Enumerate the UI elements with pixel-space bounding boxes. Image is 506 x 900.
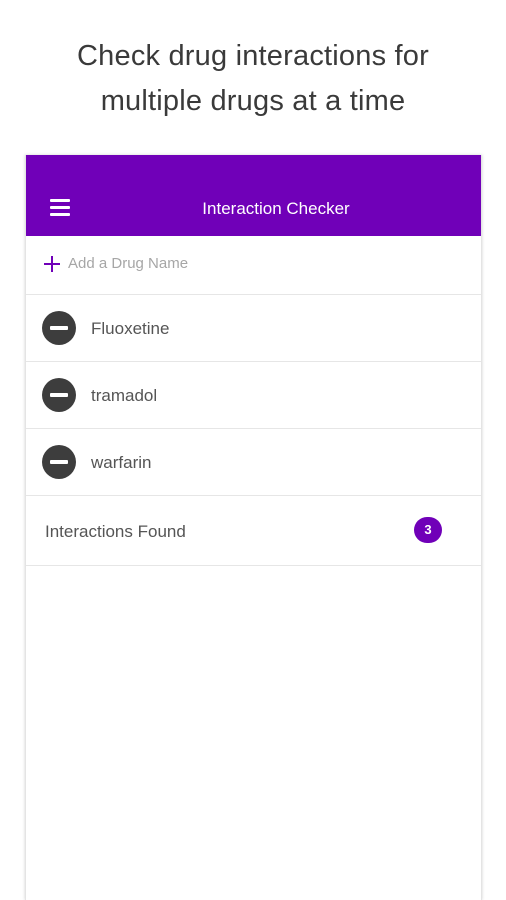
add-drug-input[interactable]: Add a Drug Name: [26, 236, 481, 295]
interaction-count-badge: 3: [414, 517, 442, 543]
drug-list-item: warfarin: [26, 429, 481, 496]
interactions-found-label: Interactions Found: [45, 522, 186, 541]
drug-list-item: Fluoxetine: [26, 295, 481, 362]
plus-icon: [44, 256, 60, 272]
drug-name: Fluoxetine: [91, 319, 170, 338]
promo-headline-line-1: Check drug interactions for: [77, 40, 429, 72]
hamburger-menu-icon[interactable]: [50, 199, 70, 216]
remove-circle-icon[interactable]: [42, 445, 76, 479]
drug-name: tramadol: [91, 386, 158, 405]
drug-list-item: tramadol: [26, 362, 481, 429]
screenshot-page: Check drug interactions for multiple dru…: [0, 0, 506, 900]
remove-circle-icon[interactable]: [42, 311, 76, 345]
phone-screen: Interaction Checker Add a Drug Name Fluo…: [25, 155, 482, 900]
remove-circle-icon[interactable]: [42, 378, 76, 412]
add-drug-placeholder: Add a Drug Name: [68, 255, 189, 272]
drug-name: warfarin: [91, 453, 152, 472]
promo-headline-line-2: multiple drugs at a time: [100, 85, 406, 117]
interactions-found-row[interactable]: Interactions Found 3: [26, 496, 481, 566]
promo-headline: Check drug interactions for multiple dru…: [0, 34, 506, 124]
app-bar: Interaction Checker: [26, 155, 481, 236]
app-title: Interaction Checker: [202, 199, 350, 218]
